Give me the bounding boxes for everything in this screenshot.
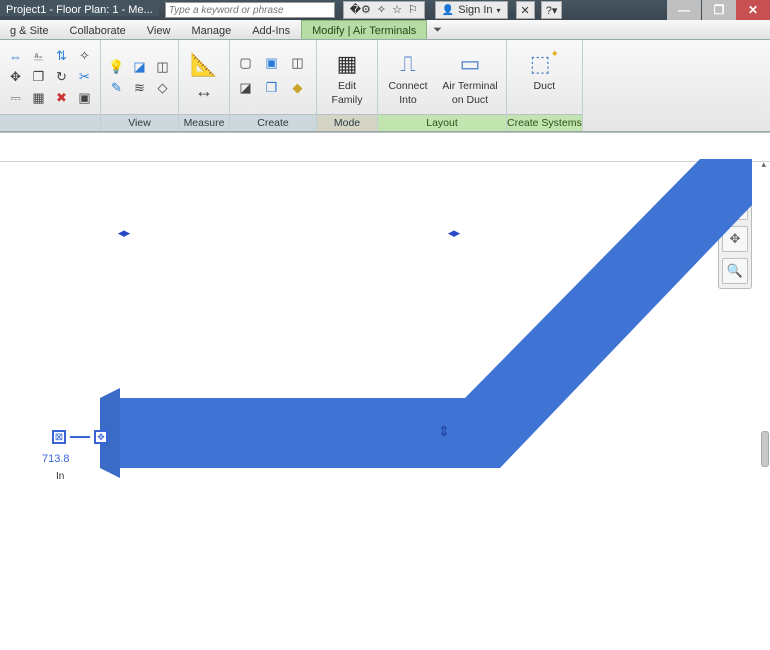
window-title: Project1 - Floor Plan: 1 - Me... <box>0 4 159 16</box>
panel-title-layout: Layout <box>378 114 506 131</box>
air-terminal-l2: on Duct <box>452 94 488 106</box>
delete-icon[interactable]: ✖ <box>52 89 71 107</box>
paste-icon[interactable]: ◆ <box>288 79 307 97</box>
panel-title-mode: Mode <box>317 114 377 131</box>
align-icon[interactable]: ⇔ <box>6 47 25 65</box>
air-terminal-l1: Air Terminal <box>442 80 497 92</box>
connect-into-icon: ⎍ <box>393 50 423 78</box>
connect-into-l2: Into <box>399 94 417 106</box>
duct-geometry[interactable] <box>0 133 770 650</box>
offset-icon[interactable]: ⎁ <box>29 47 48 65</box>
maximize-button[interactable]: ❐ <box>702 0 736 20</box>
tab-manage[interactable]: Manage <box>181 20 242 39</box>
parts-icon[interactable]: ◪ <box>236 79 255 97</box>
signin-button[interactable]: Sign In ▾ <box>435 1 508 19</box>
edit-family-l2: Family <box>332 94 363 106</box>
ribbon-collapse-icon[interactable]: ⏷ <box>427 20 448 39</box>
communicate-icon[interactable]: ✕ <box>516 1 535 19</box>
signin-label: Sign In <box>458 4 492 16</box>
duct-l1: Duct <box>534 80 556 92</box>
chevron-down-icon: ▾ <box>497 6 501 15</box>
trim-icon[interactable]: ✂ <box>75 68 94 86</box>
subscription-icon[interactable]: �⚙ <box>350 5 371 16</box>
panel-title-view: View <box>101 114 178 131</box>
reveal-icon[interactable]: ◇ <box>153 79 172 97</box>
copy-icon[interactable]: ❐ <box>29 68 48 86</box>
copy-clipboard-icon[interactable]: ❐ <box>262 79 281 97</box>
panel-measure: 📐 ↔ Measure <box>179 40 230 131</box>
air-terminal-icon: ▭ <box>455 50 485 78</box>
create-similar-icon[interactable]: ▢ <box>236 54 255 72</box>
group-icon[interactable]: ▣ <box>262 54 281 72</box>
dimension-value[interactable]: 713.8 <box>42 453 70 465</box>
ribbon: ⇔ ⎁ ⇅ ✧ ✥ ❐ ↻ ✂ ⎓ ▦ ✖ ▣ 💡 ◪ ◫ ✎ ≋ <box>0 40 770 132</box>
connector-node[interactable]: ⊠ ✥ <box>52 430 108 444</box>
duct-button[interactable]: ⬚✦ Duct <box>512 48 576 106</box>
help-icon[interactable]: ?▾ <box>541 1 563 19</box>
panel-title-systems: Create Systems <box>507 114 582 131</box>
view-tools-grid: 💡 ◪ ◫ ✎ ≋ ◇ <box>105 55 174 100</box>
minimize-button[interactable]: — <box>667 0 701 20</box>
info-area: ✕ ?▾ <box>516 1 563 19</box>
panel-title-create: Create <box>230 114 316 131</box>
duct-icon: ⬚✦ <box>529 50 559 78</box>
hide-icon[interactable]: ◪ <box>130 58 149 76</box>
tab-addins[interactable]: Add-Ins <box>242 20 301 39</box>
panel-title-measure: Measure <box>179 114 229 131</box>
tab-massing-site[interactable]: g & Site <box>0 20 60 39</box>
connector-line <box>70 436 90 438</box>
connector-endpoint-icon[interactable]: ⊠ <box>52 430 66 444</box>
connector-target-icon[interactable]: ✥ <box>94 430 108 444</box>
lightbulb-icon[interactable]: 💡 <box>107 58 126 76</box>
search-input[interactable] <box>165 2 335 18</box>
title-bar: Project1 - Floor Plan: 1 - Me... �⚙ ✧ ☆ … <box>0 0 770 20</box>
ribbon-tabs: g & Site Collaborate View Manage Add-Ins… <box>0 20 770 40</box>
override-icon[interactable]: ≋ <box>130 79 149 97</box>
rotate-icon[interactable]: ↻ <box>52 68 71 86</box>
edit-family-icon: ▦ <box>332 50 362 78</box>
close-button[interactable]: ✕ <box>736 0 770 20</box>
panel-modify-small: ⇔ ⎁ ⇅ ✧ ✥ ❐ ↻ ✂ ⎓ ▦ ✖ ▣ <box>0 40 101 131</box>
panel-mode: ▦ Edit Family Mode <box>317 40 378 131</box>
panel-create: ▢ ▣ ◫ ◪ ❐ ◆ Create <box>230 40 317 131</box>
edit-family-l1: Edit <box>338 80 356 92</box>
flow-arrow-icon[interactable]: ⇕ <box>438 423 450 440</box>
mirror-draw-icon[interactable]: ✧ <box>75 47 94 65</box>
tab-collaborate[interactable]: Collaborate <box>60 20 137 39</box>
move-icon[interactable]: ✥ <box>6 68 25 86</box>
panel-title-modify <box>0 114 100 131</box>
search-container <box>165 2 335 18</box>
panel-create-systems: ⬚✦ Duct Create Systems <box>507 40 583 131</box>
mirror-axis-icon[interactable]: ⇅ <box>52 47 71 65</box>
vertical-scrollbar-thumb[interactable] <box>761 431 769 467</box>
split-icon[interactable]: ⎓ <box>6 89 25 107</box>
drawing-canvas[interactable]: ▴ – ▭ ✖ ◎ ✥ 🔍 ◂▸ ◂▸ ⇕ ⊠ ✥ 713.8 In <box>0 132 770 650</box>
duct-shape <box>100 159 752 468</box>
scale-icon[interactable]: ▣ <box>75 89 94 107</box>
quick-icons: �⚙ ✧ ☆ ⚐ <box>343 1 425 19</box>
measure-icon[interactable]: 📐 <box>189 52 219 78</box>
flip-control-1[interactable]: ◂▸ <box>118 225 129 241</box>
assembly-icon[interactable]: ◫ <box>288 54 307 72</box>
create-tools-grid: ▢ ▣ ◫ ◪ ❐ ◆ <box>234 51 312 104</box>
panel-view: 💡 ◪ ◫ ✎ ≋ ◇ View <box>101 40 179 131</box>
exchange-icon[interactable]: ✧ <box>377 5 386 16</box>
dimension-icon[interactable]: ↔ <box>189 81 219 103</box>
dimension-unit: In <box>56 471 64 482</box>
modify-tools-grid: ⇔ ⎁ ⇅ ✧ ✥ ❐ ↻ ✂ ⎓ ▦ ✖ ▣ <box>4 44 96 110</box>
array-icon[interactable]: ▦ <box>29 89 48 107</box>
connect-into-l1: Connect <box>388 80 427 92</box>
window-controls: — ❐ ✕ <box>667 0 770 20</box>
tab-modify-air-terminals[interactable]: Modify | Air Terminals <box>301 20 427 39</box>
connect-into-button[interactable]: ⎍ Connect Into <box>382 48 434 106</box>
air-terminal-on-duct-button[interactable]: ▭ Air Terminal on Duct <box>438 48 502 106</box>
tab-view[interactable]: View <box>137 20 182 39</box>
linework-icon[interactable]: ✎ <box>107 79 126 97</box>
panel-layout: ⎍ Connect Into ▭ Air Terminal on Duct La… <box>378 40 507 131</box>
isolate-icon[interactable]: ◫ <box>153 58 172 76</box>
favorite-icon[interactable]: ☆ <box>392 5 402 16</box>
user-icon[interactable]: ⚐ <box>408 5 418 16</box>
flip-control-2[interactable]: ◂▸ <box>448 225 459 241</box>
edit-family-button[interactable]: ▦ Edit Family <box>321 48 373 106</box>
